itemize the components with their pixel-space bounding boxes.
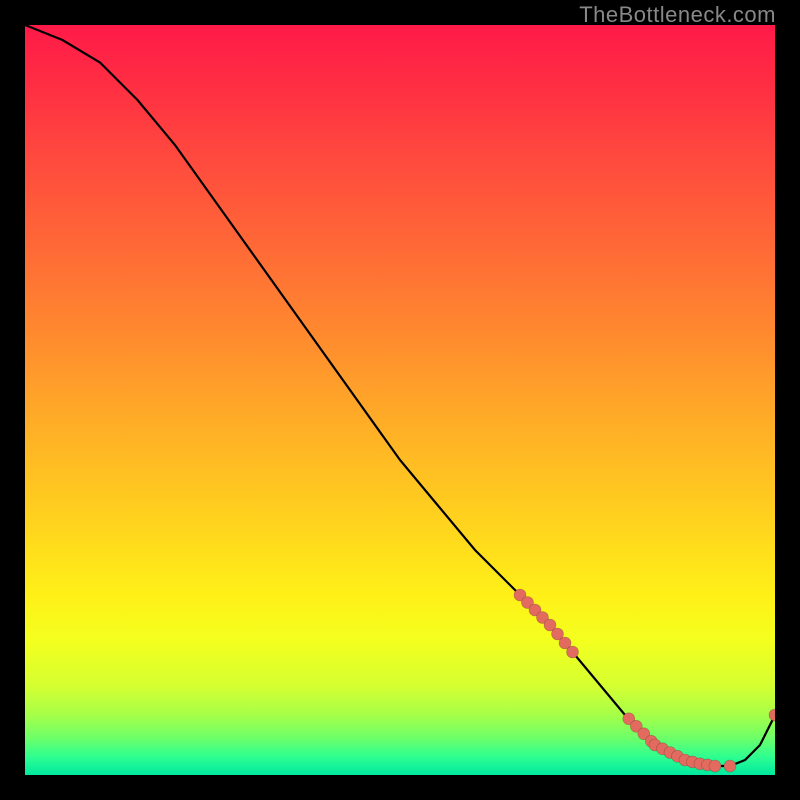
curve-dot <box>769 709 775 721</box>
curve-dot <box>567 646 579 658</box>
bottleneck-curve-line <box>25 25 775 766</box>
chart-frame: { "watermark": "TheBottleneck.com", "cha… <box>0 0 800 800</box>
curve-dot <box>724 760 736 772</box>
curve-dot-group <box>514 589 775 772</box>
plot-area <box>25 25 775 775</box>
curve-dot <box>709 760 721 772</box>
chart-svg <box>25 25 775 775</box>
